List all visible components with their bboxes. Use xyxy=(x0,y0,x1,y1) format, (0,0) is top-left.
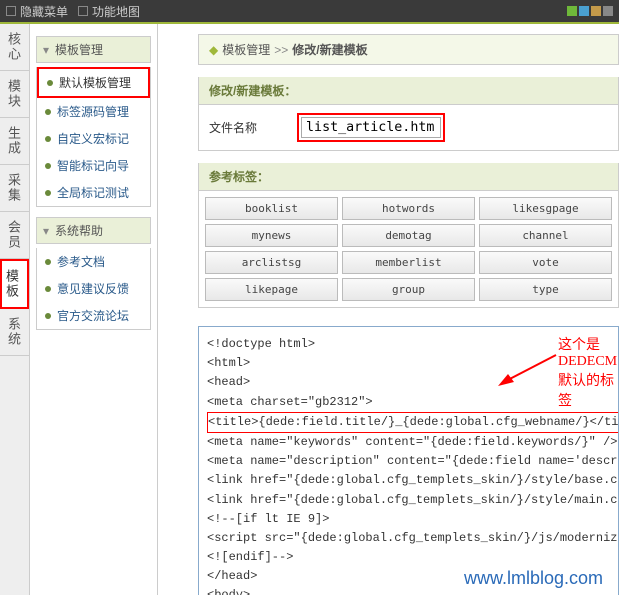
sidebar-item-label: 官方交流论坛 xyxy=(57,307,129,324)
sidebar-item[interactable]: 自定义宏标记 xyxy=(37,125,150,152)
bullet-icon xyxy=(47,80,53,86)
sidebar-item[interactable]: 默认模板管理 xyxy=(37,67,150,98)
breadcrumb-bullet-icon: ◆ xyxy=(209,43,218,57)
bullet-icon xyxy=(45,190,51,196)
chevron-right-icon: >> xyxy=(274,43,288,57)
filename-row: 文件名称 xyxy=(198,105,619,151)
tag-button[interactable]: memberlist xyxy=(342,251,475,274)
sidebar-item[interactable]: 标签源码管理 xyxy=(37,98,150,125)
tag-button[interactable]: arclistsg xyxy=(205,251,338,274)
filename-label: 文件名称 xyxy=(209,119,257,136)
theme-square[interactable] xyxy=(579,6,589,16)
theme-squares xyxy=(567,6,613,16)
tag-button[interactable]: vote xyxy=(479,251,612,274)
hide-menu-button[interactable]: 隐藏菜单 xyxy=(6,3,68,20)
section-title-tags: 参考标签： xyxy=(198,163,619,191)
tag-button[interactable]: likepage xyxy=(205,278,338,301)
bullet-icon xyxy=(45,109,51,115)
bullet-icon xyxy=(45,136,51,142)
theme-square[interactable] xyxy=(603,6,613,16)
vtab-4[interactable]: 会员 xyxy=(0,212,29,259)
content-area: ◆ 模板管理 >> 修改/新建模板 修改/新建模板： 文件名称 参考标签： bo… xyxy=(158,24,619,595)
tag-button[interactable]: channel xyxy=(479,224,612,247)
sidebar-item-label: 全局标记测试 xyxy=(57,184,129,201)
sidebar: ▾ 模板管理默认模板管理标签源码管理自定义宏标记智能标记向导全局标记测试 ▾ 系统帮助… xyxy=(30,24,158,595)
vtab-3[interactable]: 采集 xyxy=(0,165,29,212)
section-title-edit: 修改/新建模板： xyxy=(198,77,619,105)
section-title: 系统帮助 xyxy=(55,222,103,239)
bullet-icon xyxy=(45,313,51,319)
sidebar-section-header[interactable]: ▾ 模板管理 xyxy=(36,36,151,63)
sidebar-item[interactable]: 官方交流论坛 xyxy=(37,302,150,329)
hide-menu-label: 隐藏菜单 xyxy=(20,3,68,20)
breadcrumb: ◆ 模板管理 >> 修改/新建模板 xyxy=(198,34,619,65)
sidebar-item-label: 标签源码管理 xyxy=(57,103,129,120)
feature-map-button[interactable]: 功能地图 xyxy=(78,3,140,20)
vtab-2[interactable]: 生成 xyxy=(0,118,29,165)
sidebar-item-label: 智能标记向导 xyxy=(57,157,129,174)
filename-input[interactable] xyxy=(301,117,441,138)
sidebar-item[interactable]: 意见建议反馈 xyxy=(37,275,150,302)
sidebar-item-label: 意见建议反馈 xyxy=(57,280,129,297)
bullet-icon xyxy=(45,163,51,169)
chevron-down-icon: ▾ xyxy=(43,224,49,238)
grid-icon xyxy=(78,6,88,16)
vtab-5[interactable]: 模板 xyxy=(0,259,29,309)
bullet-icon xyxy=(45,286,51,292)
tag-button[interactable]: booklist xyxy=(205,197,338,220)
topbar: 隐藏菜单 功能地图 xyxy=(0,0,619,24)
watermark: www.lmlblog.com xyxy=(464,568,603,589)
section-title: 模板管理 xyxy=(55,41,103,58)
sidebar-item-label: 参考文档 xyxy=(57,253,105,270)
vertical-tabs: 核心模块生成采集会员模板系统 xyxy=(0,24,30,595)
vtab-6[interactable]: 系统 xyxy=(0,309,29,356)
code-editor[interactable]: <!doctype html> <html> <head> <meta char… xyxy=(198,326,619,595)
theme-square[interactable] xyxy=(567,6,577,16)
sidebar-item[interactable]: 智能标记向导 xyxy=(37,152,150,179)
vtab-1[interactable]: 模块 xyxy=(0,71,29,118)
sidebar-item-label: 自定义宏标记 xyxy=(57,130,129,147)
breadcrumb-page: 修改/新建模板 xyxy=(292,41,367,58)
sidebar-item[interactable]: 全局标记测试 xyxy=(37,179,150,206)
vtab-0[interactable]: 核心 xyxy=(0,24,29,71)
feature-map-label: 功能地图 xyxy=(92,3,140,20)
tag-button[interactable]: demotag xyxy=(342,224,475,247)
tag-grid: booklisthotwordslikesgpage mynewsdemotagc… xyxy=(198,191,619,308)
tag-button[interactable]: hotwords xyxy=(342,197,475,220)
tag-button[interactable]: type xyxy=(479,278,612,301)
filename-highlight xyxy=(297,113,445,142)
chevron-down-icon: ▾ xyxy=(43,43,49,57)
code-highlight: <title>{dede:field.title/}_{dede:global.… xyxy=(207,412,619,433)
breadcrumb-category[interactable]: 模板管理 xyxy=(222,41,270,58)
bullet-icon xyxy=(45,259,51,265)
sidebar-section-header[interactable]: ▾ 系统帮助 xyxy=(36,217,151,244)
theme-square[interactable] xyxy=(591,6,601,16)
sidebar-item[interactable]: 参考文档 xyxy=(37,248,150,275)
tag-button[interactable]: mynews xyxy=(205,224,338,247)
sidebar-item-label: 默认模板管理 xyxy=(59,74,131,91)
tag-button[interactable]: likesgpage xyxy=(479,197,612,220)
tag-button[interactable]: group xyxy=(342,278,475,301)
grid-icon xyxy=(6,6,16,16)
